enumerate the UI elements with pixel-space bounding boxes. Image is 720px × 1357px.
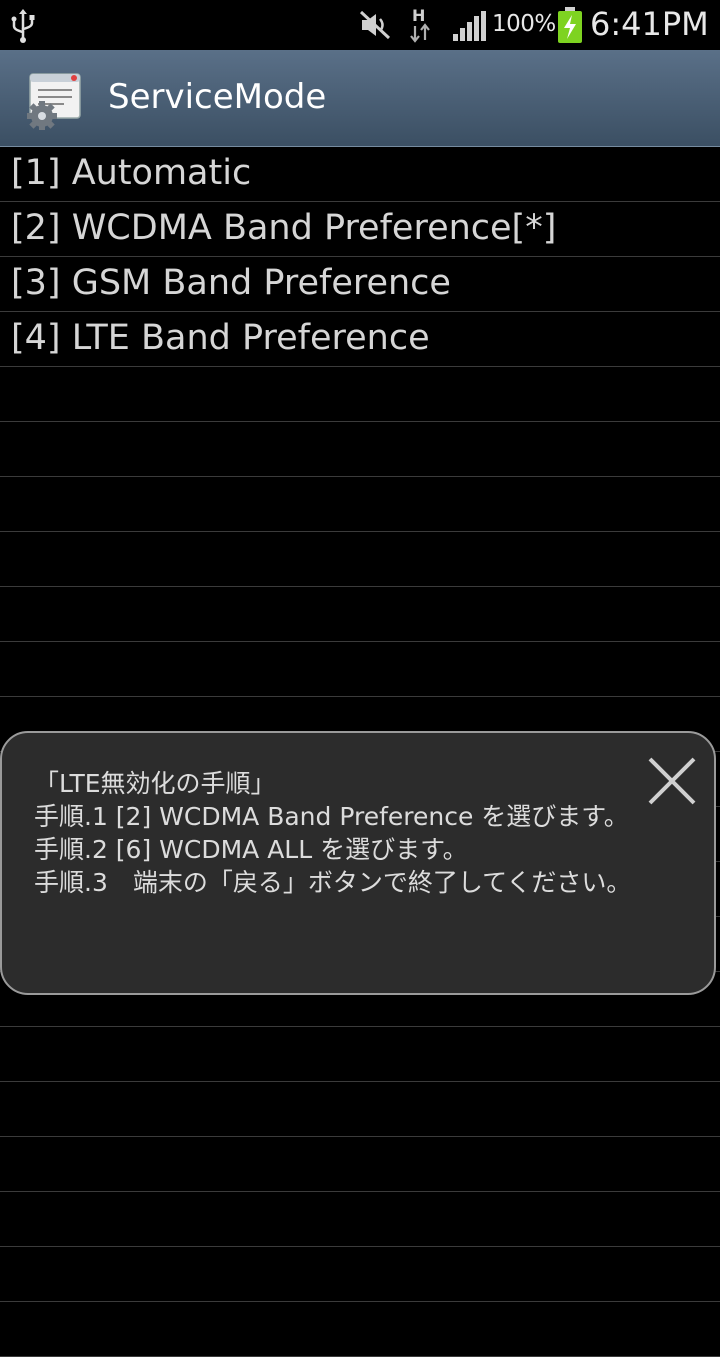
service-mode-app-icon (27, 73, 81, 130)
list-item[interactable]: [2] WCDMA Band Preference[*] (0, 202, 720, 257)
battery-percent: 100% (492, 11, 556, 37)
usb-icon (11, 9, 35, 43)
signal-icon (453, 11, 486, 41)
list-item (0, 1137, 720, 1192)
list-item (0, 642, 720, 697)
list-item[interactable]: [4] LTE Band Preference (0, 312, 720, 367)
list-item-label: [2] WCDMA Band Preference[*] (11, 208, 557, 248)
list-item-label: [1] Automatic (11, 153, 252, 193)
list-item (0, 1302, 720, 1357)
instruction-popup: 「LTE無効化の手順」 手順.1 [2] WCDMA Band Preferen… (0, 731, 716, 995)
page-title: ServiceMode (108, 77, 327, 117)
list-item (0, 587, 720, 642)
popup-line-step3: 手順.3 端末の「戻る」ボタンで終了してください。 (34, 868, 632, 897)
popup-text: 「LTE無効化の手順」 手順.1 [2] WCDMA Band Preferen… (34, 767, 644, 899)
list-item (0, 1027, 720, 1082)
popup-line-title: 「LTE無効化の手順」 (34, 769, 276, 798)
mute-icon (359, 10, 391, 40)
list-item (0, 422, 720, 477)
list-item (0, 367, 720, 422)
clock: 6:41PM (590, 5, 709, 43)
popup-line-step1: 手順.1 [2] WCDMA Band Preference を選びます。 (34, 802, 629, 831)
battery-charging-icon (558, 7, 582, 43)
hspa-data-icon: H (410, 6, 430, 43)
list-item (0, 1192, 720, 1247)
list-item (0, 477, 720, 532)
list-item-label: [3] GSM Band Preference (11, 263, 451, 303)
list-item (0, 1247, 720, 1302)
list-item (0, 1082, 720, 1137)
list-item[interactable]: [3] GSM Band Preference (0, 257, 720, 312)
list-item-label: [4] LTE Band Preference (11, 318, 430, 358)
network-label: H (412, 6, 425, 25)
close-icon[interactable] (642, 751, 702, 811)
action-bar: ServiceMode (0, 50, 720, 147)
list-item (0, 532, 720, 587)
status-bar: H 100% 6:41PM (0, 0, 720, 50)
popup-line-step2: 手順.2 [6] WCDMA ALL を選びます。 (34, 835, 468, 864)
list-item[interactable]: [1] Automatic (0, 147, 720, 202)
